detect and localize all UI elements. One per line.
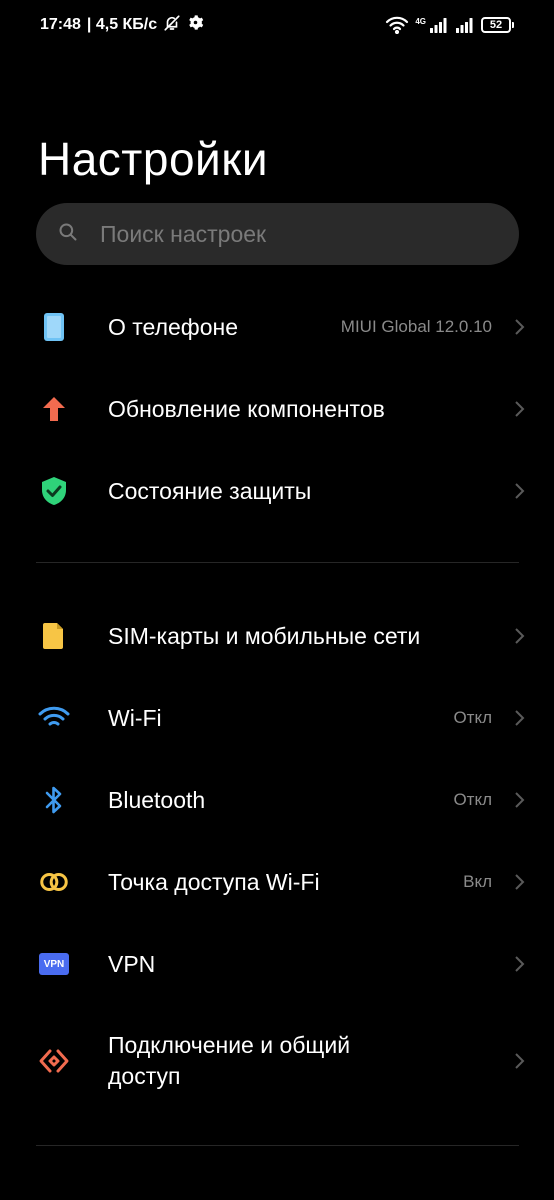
search-icon — [58, 222, 78, 247]
settings-item-wifi[interactable]: Wi-Fi Откл — [0, 696, 554, 740]
vpn-icon-label: VPN — [39, 953, 69, 975]
settings-item-label: О телефоне — [108, 313, 239, 340]
status-network-speed: | 4,5 КБ/с — [86, 16, 158, 33]
chevron-right-icon — [515, 401, 525, 417]
arrow-up-icon — [38, 393, 70, 425]
settings-item-label: Wi-Fi — [108, 704, 162, 731]
status-time: 17:48 — [40, 16, 81, 33]
settings-item-label-line2: доступ — [108, 1063, 181, 1089]
connection-sharing-icon — [38, 1045, 70, 1077]
chevron-right-icon — [515, 956, 525, 972]
settings-item-sim-cards[interactable]: SIM-карты и мобильные сети — [0, 614, 554, 658]
settings-item-label-line1: Подключение и общий — [108, 1032, 351, 1058]
wifi-status-icon — [385, 16, 409, 34]
search-placeholder: Поиск настроек — [100, 220, 267, 247]
page-title: Настройки — [38, 133, 269, 185]
chevron-right-icon — [515, 874, 525, 890]
sim-card-icon — [38, 620, 70, 652]
status-bar: 17:48 | 4,5 КБ/с 4G 52 — [0, 0, 554, 50]
phone-icon — [38, 311, 70, 343]
settings-item-vpn[interactable]: VPN VPN — [0, 942, 554, 986]
section-divider — [36, 1145, 519, 1146]
settings-item-label: Состояние защиты — [108, 477, 312, 504]
settings-item-connection-sharing[interactable]: Подключение и общий доступ — [0, 1030, 554, 1092]
chevron-right-icon — [515, 792, 525, 808]
settings-item-value: Откл — [453, 790, 492, 809]
network-type-label: 4G — [415, 16, 426, 26]
status-left: 17:48 | 4,5 КБ/с — [40, 14, 204, 37]
settings-item-label: Точка доступа Wi-Fi — [108, 868, 320, 895]
search-input[interactable]: Поиск настроек — [36, 203, 519, 265]
settings-item-hotspot[interactable]: Точка доступа Wi-Fi Вкл — [0, 860, 554, 904]
settings-item-label: SIM-карты и мобильные сети — [108, 622, 421, 649]
chevron-right-icon — [515, 628, 525, 644]
settings-item-about-phone[interactable]: О телефоне MIUI Global 12.0.10 — [0, 305, 554, 349]
settings-item-bluetooth[interactable]: Bluetooth Откл — [0, 778, 554, 822]
settings-item-update-components[interactable]: Обновление компонентов — [0, 387, 554, 431]
battery-icon: 52 — [481, 17, 514, 33]
settings-item-label: Bluetooth — [108, 786, 206, 813]
signal-icon-1 — [429, 17, 447, 33]
settings-item-label: Обновление компонентов — [108, 395, 385, 422]
vpn-icon: VPN — [38, 948, 70, 980]
settings-item-label: Подключение и общий доступ — [108, 1030, 350, 1092]
settings-item-value: Откл — [453, 708, 492, 727]
bell-off-icon — [163, 14, 181, 37]
settings-item-label: VPN — [108, 950, 156, 977]
section-divider — [36, 562, 519, 563]
settings-item-value: MIUI Global 12.0.10 — [340, 317, 492, 336]
bluetooth-icon — [38, 784, 70, 816]
signal-icon-2 — [453, 17, 475, 33]
chevron-right-icon — [515, 710, 525, 726]
chevron-right-icon — [515, 319, 525, 335]
status-right: 4G 52 — [385, 16, 514, 34]
settings-item-protection-status[interactable]: Состояние защиты — [0, 469, 554, 513]
hotspot-icon — [38, 866, 70, 898]
shield-check-icon — [38, 475, 70, 507]
chevron-right-icon — [515, 1053, 525, 1069]
settings-item-value: Вкл — [463, 872, 492, 891]
wifi-icon — [38, 702, 70, 734]
chevron-right-icon — [515, 483, 525, 499]
battery-level: 52 — [481, 17, 511, 33]
gear-icon — [187, 14, 204, 36]
